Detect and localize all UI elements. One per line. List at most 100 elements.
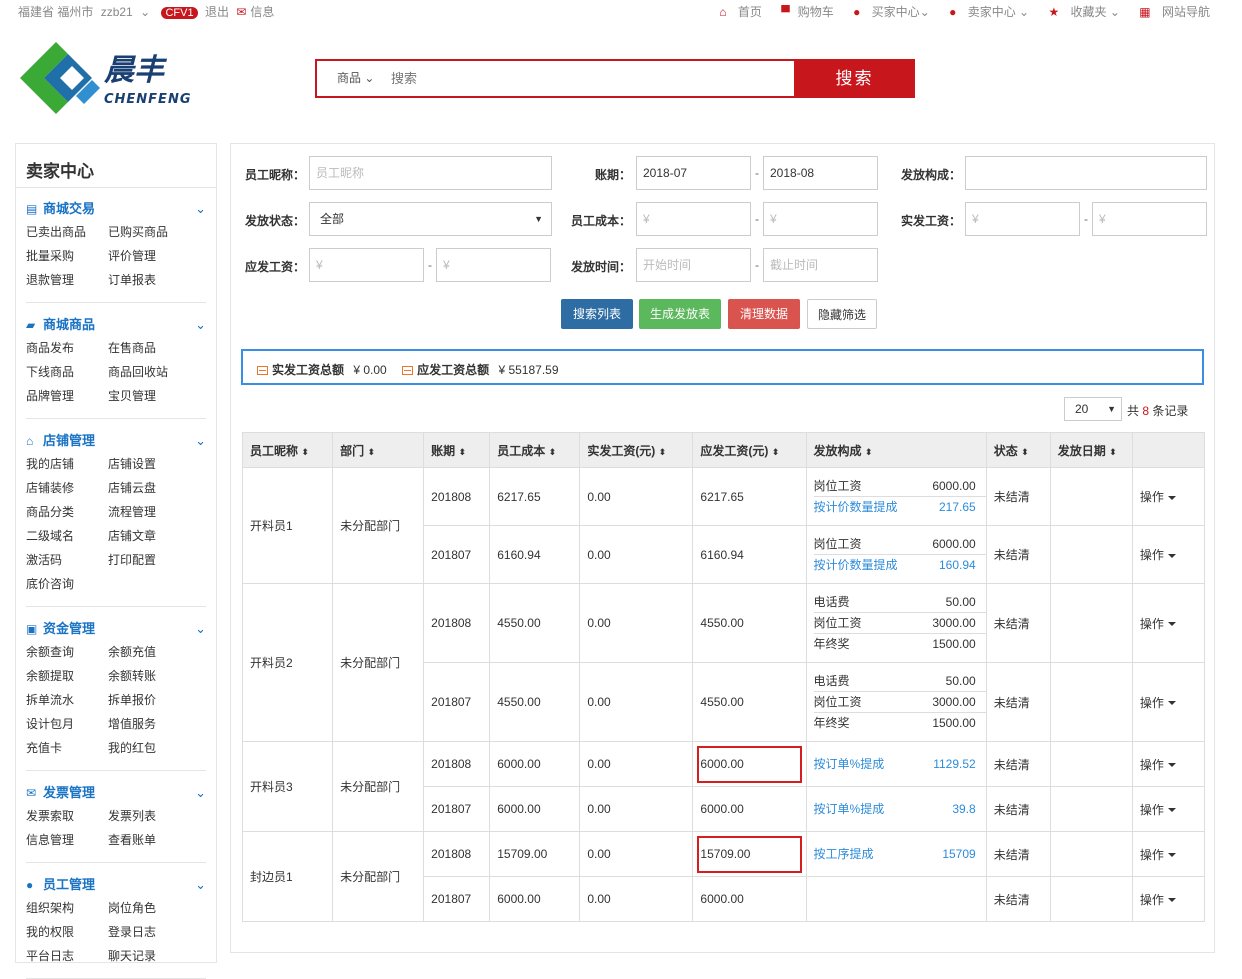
- sidebar-item[interactable]: 已卖出商品: [26, 220, 108, 244]
- sidebar-item[interactable]: 登录日志: [108, 920, 190, 944]
- sidebar-item[interactable]: 底价咨询: [26, 572, 108, 596]
- sidebar-item[interactable]: 店铺装修: [26, 476, 108, 500]
- search-category-select[interactable]: 商品 ⌄: [317, 61, 389, 96]
- sidebar-section-header[interactable]: ⌂ 店铺管理 ⌄: [26, 430, 208, 452]
- composition-item[interactable]: 按计价数量提成 160.94: [814, 555, 986, 576]
- search-button[interactable]: 搜索: [794, 59, 915, 98]
- column-header[interactable]: 账期 ⬍: [423, 432, 491, 468]
- sidebar-item[interactable]: 在售商品: [108, 336, 190, 360]
- generate-sheet-button[interactable]: 生成发放表: [639, 299, 721, 329]
- status-select[interactable]: 全部 ▼: [309, 202, 552, 236]
- sidebar-item[interactable]: 宝贝管理: [108, 384, 190, 408]
- nickname-input[interactable]: 员工昵称: [309, 156, 552, 190]
- sidebar-item[interactable]: 店铺文章: [108, 524, 190, 548]
- sidebar-item[interactable]: 发票列表: [108, 804, 190, 828]
- sidebar-item[interactable]: 查看账单: [108, 828, 190, 852]
- period-from-input[interactable]: 2018-07: [636, 156, 751, 190]
- sidebar-item[interactable]: 商品回收站: [108, 360, 190, 384]
- page-size-select[interactable]: 20 ▼: [1064, 397, 1122, 421]
- sidebar-item[interactable]: 余额查询: [26, 640, 108, 664]
- sidebar-item[interactable]: 增值服务: [108, 712, 190, 736]
- operation-dropdown[interactable]: 操作: [1131, 786, 1206, 832]
- composition-item[interactable]: 按计价数量提成 217.65: [814, 497, 986, 518]
- composition-item[interactable]: 按订单%提成 1129.52: [814, 754, 986, 775]
- site-nav-link[interactable]: ▦ 网站导航: [1131, 5, 1210, 19]
- column-header[interactable]: 员工昵称 ⬍: [241, 432, 334, 468]
- sidebar-item[interactable]: 二级域名: [26, 524, 108, 548]
- favorites-link[interactable]: ★ 收藏夹 ⌄: [1040, 5, 1120, 19]
- messages-link[interactable]: ✉ 信息: [236, 5, 278, 19]
- sidebar-item[interactable]: 我的权限: [26, 920, 108, 944]
- buyer-center-link[interactable]: ● 买家中心⌄: [845, 5, 930, 19]
- sidebar-item[interactable]: 拆单报价: [108, 688, 190, 712]
- column-header[interactable]: 应发工资(元) ⬍: [692, 432, 807, 468]
- sidebar-section-header[interactable]: ▰ 商城商品 ⌄: [26, 314, 208, 336]
- sidebar-item[interactable]: 店铺云盘: [108, 476, 190, 500]
- composition-input[interactable]: [965, 156, 1207, 190]
- sidebar-item[interactable]: 拆单流水: [26, 688, 108, 712]
- column-header[interactable]: 部门 ⬍: [332, 432, 425, 468]
- sidebar-item[interactable]: 打印配置: [108, 548, 190, 572]
- sidebar-item[interactable]: 商品分类: [26, 500, 108, 524]
- column-header[interactable]: 状态 ⬍: [985, 432, 1051, 468]
- sidebar-item[interactable]: 充值卡: [26, 736, 108, 760]
- period-to-input[interactable]: 2018-08: [763, 156, 878, 190]
- sidebar-item[interactable]: 店铺设置: [108, 452, 190, 476]
- sidebar-item[interactable]: 订单报表: [108, 268, 190, 292]
- sidebar-item[interactable]: 余额提取: [26, 664, 108, 688]
- composition-item[interactable]: 按工序提成 15709: [814, 844, 986, 865]
- username-link[interactable]: zzb21 ⌄: [101, 5, 154, 19]
- home-link[interactable]: ⌂ 首页: [711, 5, 762, 19]
- sidebar-item[interactable]: 聊天记录: [108, 944, 190, 968]
- cost-to-input[interactable]: ¥: [763, 202, 878, 236]
- operation-dropdown[interactable]: 操作: [1131, 525, 1206, 584]
- operation-dropdown[interactable]: 操作: [1131, 583, 1206, 663]
- sidebar-item[interactable]: 余额转账: [108, 664, 190, 688]
- logo[interactable]: 晨丰 CHENFENG: [16, 40, 216, 118]
- clear-data-button[interactable]: 清理数据: [728, 299, 800, 329]
- column-header[interactable]: 发放构成 ⬍: [805, 432, 987, 468]
- sidebar-item[interactable]: 流程管理: [108, 500, 190, 524]
- logout-link[interactable]: 退出: [205, 5, 229, 19]
- hide-filters-button[interactable]: 隐藏筛选: [807, 299, 877, 329]
- column-header[interactable]: 实发工资(元) ⬍: [579, 432, 694, 468]
- sidebar-section-header[interactable]: ✉ 发票管理 ⌄: [26, 782, 208, 804]
- sidebar-item[interactable]: 我的店铺: [26, 452, 108, 476]
- search-list-button[interactable]: 搜索列表: [561, 299, 633, 329]
- sidebar-item[interactable]: 品牌管理: [26, 384, 108, 408]
- sidebar-item[interactable]: 岗位角色: [108, 896, 190, 920]
- sidebar-item[interactable]: 平台日志: [26, 944, 108, 968]
- sidebar-item[interactable]: 我的红包: [108, 736, 190, 760]
- payable-to-input[interactable]: ¥: [436, 248, 551, 282]
- operation-dropdown[interactable]: 操作: [1131, 831, 1206, 877]
- operation-dropdown[interactable]: 操作: [1131, 467, 1206, 526]
- operation-dropdown[interactable]: 操作: [1131, 876, 1206, 922]
- sidebar-item[interactable]: 已购买商品: [108, 220, 190, 244]
- search-input[interactable]: [389, 61, 793, 96]
- sidebar-item[interactable]: 组织架构: [26, 896, 108, 920]
- seller-center-link[interactable]: ● 卖家中心 ⌄: [941, 5, 1029, 19]
- time-to-input[interactable]: 截止时间: [763, 248, 878, 282]
- operation-dropdown[interactable]: 操作: [1131, 662, 1206, 742]
- actual-to-input[interactable]: ¥: [1092, 202, 1207, 236]
- sidebar-section-header[interactable]: ● 员工管理 ⌄: [26, 874, 208, 896]
- sidebar-item[interactable]: 发票索取: [26, 804, 108, 828]
- cart-link[interactable]: ▀ 购物车: [773, 5, 834, 19]
- time-from-input[interactable]: 开始时间: [636, 248, 751, 282]
- column-header[interactable]: 发放日期 ⬍: [1049, 432, 1133, 468]
- payable-from-input[interactable]: ¥: [309, 248, 424, 282]
- sidebar-item[interactable]: 激活码: [26, 548, 108, 572]
- sidebar-section-header[interactable]: ▤ 商城交易 ⌄: [26, 198, 208, 220]
- sidebar-item[interactable]: 商品发布: [26, 336, 108, 360]
- sidebar-item[interactable]: 退款管理: [26, 268, 108, 292]
- sidebar-item[interactable]: 下线商品: [26, 360, 108, 384]
- cost-from-input[interactable]: ¥: [636, 202, 751, 236]
- actual-from-input[interactable]: ¥: [965, 202, 1080, 236]
- composition-item[interactable]: 按订单%提成 39.8: [814, 799, 986, 820]
- sidebar-item[interactable]: 余额充值: [108, 640, 190, 664]
- sidebar-section-header[interactable]: ▣ 资金管理 ⌄: [26, 618, 208, 640]
- sidebar-item[interactable]: 评价管理: [108, 244, 190, 268]
- column-header[interactable]: 员工成本 ⬍: [489, 432, 581, 468]
- sidebar-item[interactable]: 设计包月: [26, 712, 108, 736]
- sidebar-item[interactable]: 信息管理: [26, 828, 108, 852]
